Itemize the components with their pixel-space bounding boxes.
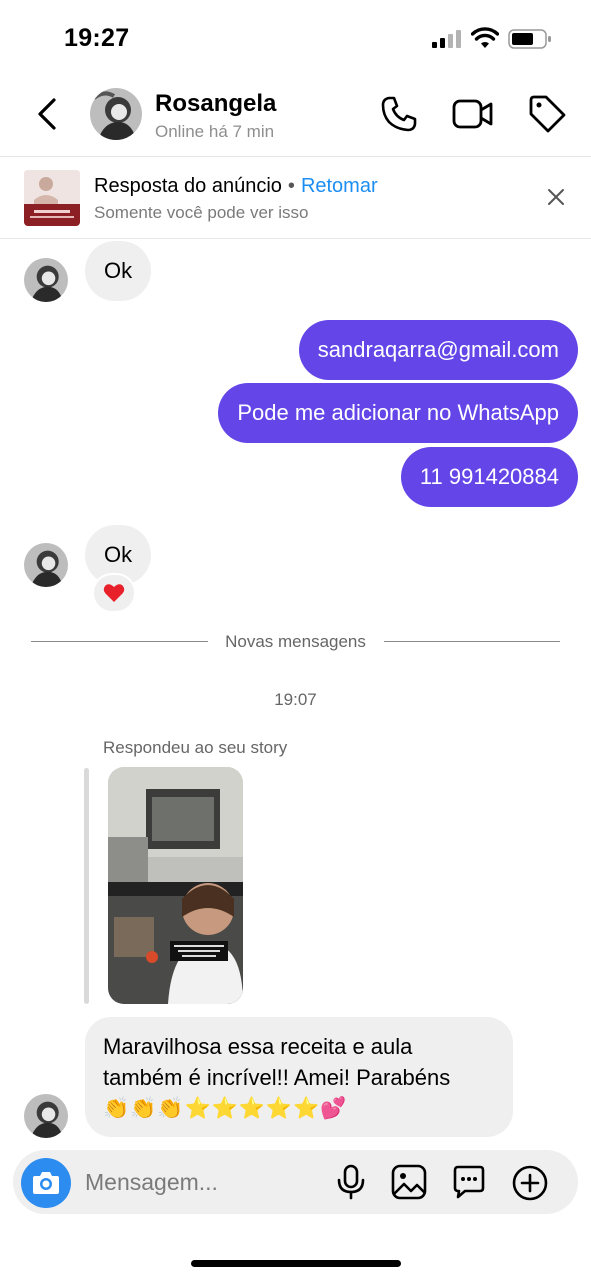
chat-header: Rosangela Online há 7 min bbox=[0, 78, 591, 156]
tag-icon[interactable] bbox=[527, 94, 567, 134]
story-thumbnail[interactable] bbox=[108, 767, 243, 1004]
message-input[interactable] bbox=[85, 1150, 325, 1214]
story-reply-bar bbox=[84, 768, 89, 1004]
video-camera-icon[interactable] bbox=[452, 96, 494, 132]
ad-title-text: Resposta do anúncio bbox=[94, 175, 282, 197]
sender-photo bbox=[24, 543, 68, 587]
avatar[interactable] bbox=[90, 88, 142, 140]
cellular-signal-icon bbox=[432, 30, 461, 48]
message-timestamp: 19:07 bbox=[274, 690, 317, 709]
message-line: também é incrível!! Amei! Parabéns bbox=[103, 1065, 451, 1090]
ad-separator: • bbox=[287, 175, 295, 197]
outgoing-message[interactable]: sandraqarra@gmail.com bbox=[298, 320, 578, 380]
camera-icon bbox=[33, 1172, 59, 1194]
sender-avatar[interactable] bbox=[24, 258, 68, 302]
battery-icon bbox=[508, 29, 551, 49]
heart-reaction[interactable]: ❤️ bbox=[92, 573, 136, 613]
ad-thumbnail-image bbox=[24, 170, 80, 226]
message-line: Maravilhosa essa receita e aula bbox=[103, 1034, 413, 1059]
status-time: 19:27 bbox=[64, 24, 130, 52]
sender-avatar[interactable] bbox=[24, 1094, 68, 1138]
gallery-icon[interactable] bbox=[391, 1164, 427, 1200]
story-image bbox=[108, 767, 243, 1004]
message-emojis: 👏👏👏⭐⭐⭐⭐⭐💕 bbox=[103, 1097, 348, 1120]
back-arrow-icon[interactable] bbox=[30, 94, 64, 134]
story-reply-label: Respondeu ao seu story bbox=[103, 738, 288, 757]
phone-icon[interactable] bbox=[380, 95, 418, 133]
sender-avatar[interactable] bbox=[24, 543, 68, 587]
camera-button[interactable] bbox=[21, 1158, 71, 1208]
wifi-icon bbox=[471, 27, 499, 48]
add-icon[interactable] bbox=[511, 1164, 549, 1202]
contact-name[interactable]: Rosangela bbox=[155, 90, 276, 118]
outgoing-message[interactable]: Pode me adicionar no WhatsApp bbox=[218, 383, 578, 443]
resume-link[interactable]: Retomar bbox=[301, 175, 378, 197]
ad-subtitle: Somente você pode ver isso bbox=[94, 203, 309, 222]
profile-photo bbox=[90, 88, 142, 140]
outgoing-message[interactable]: 11 991420884 bbox=[400, 447, 578, 507]
sender-photo bbox=[24, 1094, 68, 1138]
heart-icon bbox=[103, 584, 125, 602]
status-bar: 19:27 bbox=[0, 0, 591, 78]
home-indicator[interactable] bbox=[191, 1260, 401, 1267]
ad-reply-banner: Resposta do anúncio • Retomar Somente você… bbox=[0, 156, 591, 239]
microphone-icon[interactable] bbox=[335, 1164, 367, 1200]
ad-title: Resposta do anúncio • Retomar bbox=[94, 175, 378, 198]
new-messages-label: Novas mensagens bbox=[225, 632, 366, 651]
ad-thumbnail[interactable] bbox=[24, 170, 80, 226]
sender-photo bbox=[24, 258, 68, 302]
incoming-message[interactable]: Ok bbox=[85, 241, 152, 301]
story-reply-message[interactable]: Maravilhosa essa receita e aula também é… bbox=[85, 1017, 513, 1137]
online-status: Online há 7 min bbox=[155, 122, 275, 141]
sticker-icon[interactable] bbox=[451, 1164, 487, 1200]
close-icon[interactable] bbox=[544, 185, 568, 209]
message-composer bbox=[13, 1150, 578, 1214]
